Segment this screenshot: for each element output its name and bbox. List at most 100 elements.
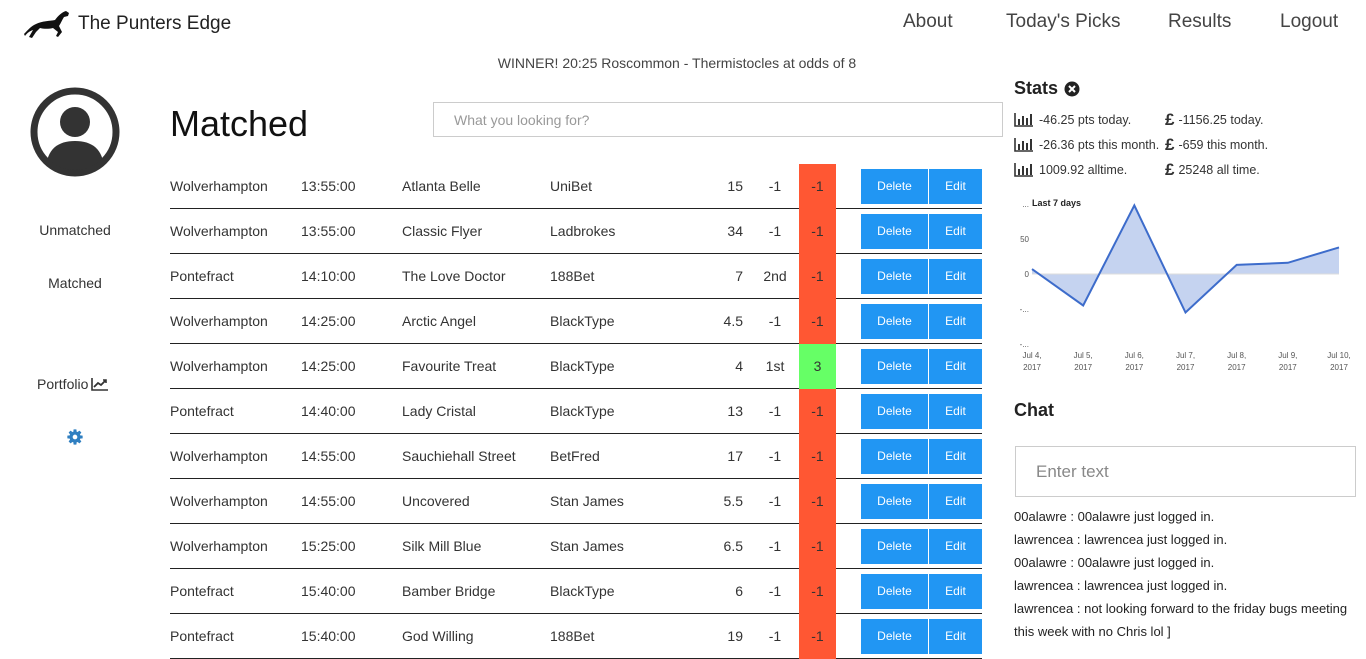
stat-money-today: £ -1156.25 today.: [1165, 110, 1264, 130]
position-cell: -1: [768, 223, 782, 239]
delete-button[interactable]: Delete: [861, 349, 928, 384]
bookmaker-cell: Stan James: [550, 538, 624, 554]
stat-money-today-value: -1156.25 today.: [1178, 113, 1264, 127]
edit-button[interactable]: Edit: [929, 574, 982, 609]
edit-button[interactable]: Edit: [929, 349, 982, 384]
stat-pts-today-value: -46.25 pts today.: [1039, 113, 1132, 127]
track-cell: Pontefract: [170, 583, 234, 599]
sidebar-item-matched[interactable]: Matched: [0, 275, 150, 291]
page-title: Matched: [170, 103, 309, 144]
delete-button[interactable]: Delete: [861, 574, 928, 609]
navbar: The Punters Edge About Today's Picks Res…: [0, 0, 1366, 46]
position-cell: -1: [768, 538, 782, 554]
horse-cell: Silk Mill Blue: [402, 538, 482, 554]
delete-button[interactable]: Delete: [861, 619, 928, 654]
delete-button[interactable]: Delete: [861, 529, 928, 564]
horse-cell: Classic Flyer: [402, 223, 483, 239]
nav-todays-picks[interactable]: Today's Picks: [1006, 11, 1121, 33]
bet-row: Wolverhampton 15:25:00 Silk Mill Blue Stan …: [170, 524, 982, 569]
delete-button[interactable]: Delete: [861, 169, 928, 204]
edit-button[interactable]: Edit: [929, 259, 982, 294]
chat-input[interactable]: [1015, 446, 1356, 497]
pound-icon: £: [1165, 110, 1175, 129]
points-cell: -1: [799, 389, 836, 434]
delete-button[interactable]: Delete: [861, 214, 928, 249]
chat-message: lawrencea : lawrencea just logged in.: [1014, 532, 1228, 547]
horse-cell: Arctic Angel: [402, 313, 476, 329]
nav-results[interactable]: Results: [1168, 11, 1231, 33]
edit-button[interactable]: Edit: [929, 439, 982, 474]
delete-button[interactable]: Delete: [861, 439, 928, 474]
edit-button[interactable]: Edit: [929, 214, 982, 249]
bookmaker-cell: BlackType: [550, 313, 615, 329]
points-cell: -1: [799, 614, 836, 659]
edit-button[interactable]: Edit: [929, 304, 982, 339]
delete-button[interactable]: Delete: [861, 259, 928, 294]
edit-button[interactable]: Edit: [929, 484, 982, 519]
chat-message: lawrencea : lawrencea just logged in.: [1014, 578, 1228, 593]
settings-gear-icon[interactable]: [66, 428, 84, 446]
edit-button[interactable]: Edit: [929, 529, 982, 564]
brand-link[interactable]: The Punters Edge: [22, 8, 231, 40]
bookmaker-cell: Ladbrokes: [550, 223, 616, 239]
chat-message: 00alawre : 00alawre just logged in.: [1014, 509, 1215, 524]
odds-cell: 13: [727, 403, 743, 419]
points-cell: -1: [799, 164, 836, 209]
bookmaker-cell: BlackType: [550, 403, 615, 419]
chart-x-tick: Jul 4, 2017: [1022, 351, 1041, 372]
bar-chart-icon: [1014, 163, 1033, 177]
points-cell: -1: [799, 434, 836, 479]
track-cell: Wolverhampton: [170, 178, 268, 194]
track-cell: Wolverhampton: [170, 448, 268, 464]
stats-header: Stats: [1014, 78, 1080, 99]
position-cell: 2nd: [763, 268, 787, 284]
odds-cell: 5.5: [723, 493, 743, 509]
track-cell: Wolverhampton: [170, 313, 268, 329]
nav-about[interactable]: About: [903, 11, 953, 33]
sidebar-item-unmatched[interactable]: Unmatched: [0, 222, 150, 238]
line-chart-icon: [91, 378, 109, 391]
position-cell: -1: [768, 403, 782, 419]
odds-cell: 6: [735, 583, 743, 599]
bet-row: Wolverhampton 14:25:00 Arctic Angel BlackTy…: [170, 299, 982, 344]
search-input[interactable]: [433, 102, 1003, 137]
bookmaker-cell: 188Bet: [550, 268, 595, 284]
sidebar-item-portfolio[interactable]: Portfolio: [37, 376, 109, 392]
portfolio-label: Portfolio: [37, 376, 89, 392]
horse-cell: Favourite Treat: [402, 358, 497, 374]
stats-title: Stats: [1014, 78, 1059, 98]
delete-button[interactable]: Delete: [861, 394, 928, 429]
bookmaker-cell: 188Bet: [550, 628, 595, 644]
stat-pts-month: -26.36 pts this month.: [1014, 138, 1159, 152]
delete-button[interactable]: Delete: [861, 484, 928, 519]
odds-cell: 7: [735, 268, 743, 284]
horse-cell: God Willing: [402, 628, 474, 644]
time-cell: 14:10:00: [301, 268, 356, 284]
time-cell: 13:55:00: [301, 223, 356, 239]
edit-button[interactable]: Edit: [929, 619, 982, 654]
time-cell: 15:25:00: [301, 538, 356, 554]
odds-cell: 6.5: [723, 538, 743, 554]
close-circle-icon[interactable]: [1064, 81, 1080, 97]
edit-button[interactable]: Edit: [929, 394, 982, 429]
time-cell: 15:40:00: [301, 628, 356, 644]
edit-button[interactable]: Edit: [929, 169, 982, 204]
position-cell: -1: [768, 583, 782, 599]
bookmaker-cell: UniBet: [550, 178, 593, 194]
track-cell: Wolverhampton: [170, 538, 268, 554]
nav-logout[interactable]: Logout: [1280, 11, 1338, 33]
chart-title: Last 7 days: [1032, 198, 1081, 208]
horse-cell: Uncovered: [402, 493, 470, 509]
track-cell: Pontefract: [170, 628, 234, 644]
stat-pts-today: -46.25 pts today.: [1014, 113, 1131, 127]
bet-row: Pontefract 14:40:00 Lady Cristal BlackType 1…: [170, 389, 982, 434]
track-cell: Pontefract: [170, 268, 234, 284]
odds-cell: 4.5: [723, 313, 743, 329]
points-cell: -1: [799, 254, 836, 299]
brand-name: The Punters Edge: [78, 13, 232, 34]
bookmaker-cell: BlackType: [550, 583, 615, 599]
pound-icon: £: [1165, 135, 1175, 154]
stat-pts-month-value: -26.36 pts this month.: [1039, 138, 1160, 152]
delete-button[interactable]: Delete: [861, 304, 928, 339]
chart-x-tick: Jul 6, 2017: [1125, 351, 1144, 372]
